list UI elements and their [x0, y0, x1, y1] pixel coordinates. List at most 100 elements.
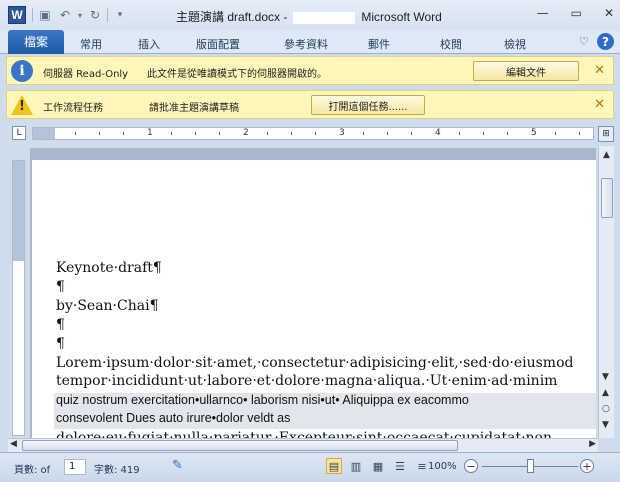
message-bar-text: 此文件是從唯讀模式下的伺服器開啟的。: [147, 69, 327, 80]
tab-references[interactable]: 參考資料: [284, 36, 328, 52]
tab-selector-icon[interactable]: L: [12, 126, 26, 140]
close-icon[interactable]: ✕: [594, 97, 605, 112]
qat-separator: [32, 8, 33, 22]
ruler-tick: [291, 132, 292, 135]
ruler-tick: [459, 132, 460, 135]
message-bar-text: 請批准主題演講草稿: [149, 103, 239, 114]
save-icon[interactable]: ▣: [37, 8, 53, 22]
status-bar: 頁數: of 1 字數: 419 ✎ ▤ ▥ ▦ ☰ ≡ 100% − +: [0, 452, 620, 482]
view-shortcuts: ▤ ▥ ▦ ☰ ≡: [326, 458, 430, 474]
horizontal-scroll-thumb[interactable]: [22, 440, 458, 451]
scroll-right-icon[interactable]: ▶: [589, 439, 596, 449]
page-count-value[interactable]: 1: [64, 459, 86, 475]
ruler-tick: [363, 132, 364, 135]
restore-button[interactable]: ▭: [571, 6, 582, 20]
ruler-tick: [123, 132, 124, 135]
document-line: ¶: [56, 279, 65, 295]
message-bar-workflow: 工作流程任務 請批准主題演講草稿 打開這個任務...... ✕: [6, 90, 614, 119]
title-bar: W ▣ ↶ ▾ ↻ ▾ 主題演講 draft.docx - Microsoft W…: [0, 0, 620, 30]
ruler-tick: [75, 132, 76, 135]
ruler-tick: [195, 132, 196, 135]
document-line: Keynote·draft¶: [56, 260, 162, 276]
document-line: tempor·incididunt·ut·labore·et·dolore·ma…: [56, 373, 558, 389]
minimize-ribbon-icon[interactable]: ♡: [579, 35, 589, 48]
proofing-icon[interactable]: ✎: [172, 458, 183, 473]
ruler-left-margin: [33, 128, 55, 139]
vertical-ruler[interactable]: [12, 160, 25, 436]
page-count-label[interactable]: 頁數: of: [14, 461, 50, 476]
tab-page-layout[interactable]: 版面配置: [196, 36, 240, 52]
zoom-level[interactable]: 100%: [428, 461, 457, 472]
tab-insert[interactable]: 插入: [138, 36, 160, 52]
ruler-tick: [483, 132, 484, 135]
ruler-tick: [99, 132, 100, 135]
ruler-tick: [555, 132, 556, 135]
scroll-left-icon[interactable]: ◀: [10, 439, 17, 449]
open-task-button[interactable]: 打開這個任務......: [311, 95, 425, 115]
word-app-icon[interactable]: W: [8, 6, 26, 24]
zoom-slider-thumb[interactable]: [527, 459, 534, 473]
vertical-scroll-thumb[interactable]: [601, 178, 613, 218]
tab-view[interactable]: 檢視: [504, 36, 526, 52]
document-line: Lorem·ipsum·dolor·sit·amet,·consectetur·…: [56, 355, 574, 371]
document-line: dolore·eu·fugiat·nulla·pariatur.·Excepte…: [56, 430, 552, 438]
ruler-number: 4: [435, 128, 441, 138]
ruler-number: 5: [531, 128, 537, 138]
ruler-tick: [171, 132, 172, 135]
document-title: 主題演講 draft.docx -: [176, 10, 288, 24]
message-bar-server: i 伺服器 Read-Only 此文件是從唯讀模式下的伺服器開啟的。 編輯文件 …: [6, 56, 614, 85]
ruler-tick: [267, 132, 268, 135]
ruler-number: 3: [339, 128, 345, 138]
quick-access-toolbar: ▣ ↶ ▾ ↻ ▾: [32, 8, 128, 22]
document-line: ¶: [56, 336, 65, 352]
horizontal-ruler[interactable]: 1 2 3 4 5: [32, 127, 594, 140]
undo-icon[interactable]: ↶: [57, 8, 73, 22]
horizontal-scrollbar[interactable]: ◀ ▶: [8, 438, 598, 452]
ruler-number: 1: [147, 128, 153, 138]
help-icon[interactable]: ?: [597, 33, 614, 50]
document-line: ¶: [56, 317, 65, 333]
select-browse-object-icon[interactable]: ○: [602, 404, 610, 414]
qat-separator-2: [107, 8, 108, 22]
window-title: 主題演講 draft.docx - Microsoft Word: [176, 8, 442, 25]
ruler-tick: [315, 132, 316, 135]
minimize-button[interactable]: —: [537, 6, 549, 20]
outline-view-icon[interactable]: ☰: [392, 458, 408, 474]
ruler-tick: [507, 132, 508, 135]
warning-icon: [11, 94, 33, 115]
next-page-icon[interactable]: ▼: [602, 420, 609, 430]
view-ruler-icon[interactable]: ⊞: [598, 126, 614, 142]
word-count[interactable]: 字數: 419: [94, 461, 140, 476]
tab-review[interactable]: 校閱: [440, 36, 462, 52]
print-layout-view-icon[interactable]: ▤: [326, 458, 342, 474]
ruler-tick: [579, 132, 580, 135]
scroll-up-icon[interactable]: ▲: [603, 150, 610, 160]
scroll-down-icon[interactable]: ▼: [602, 372, 609, 382]
message-bar-label: 伺服器 Read-Only: [43, 69, 129, 80]
previous-page-icon[interactable]: ▲: [602, 388, 609, 398]
close-button[interactable]: ✕: [604, 6, 614, 20]
undo-dropdown-icon[interactable]: ▾: [77, 11, 83, 20]
edit-document-button[interactable]: 編輯文件: [473, 61, 579, 81]
redo-icon[interactable]: ↻: [87, 8, 103, 22]
tab-mailings[interactable]: 郵件: [368, 36, 390, 52]
zoom-in-icon[interactable]: +: [580, 459, 594, 473]
title-redacted-area: [293, 11, 356, 24]
document-page[interactable]: Keynote·draft¶ ¶ by·Sean·Chai¶ ¶ ¶ Lorem…: [32, 160, 596, 438]
selected-text-line: quiz nostrum exercitation•ullarnco• labo…: [54, 393, 596, 411]
selected-text-line: consevolent Dues auto irure•dolor veldt …: [54, 411, 596, 429]
message-bar-label: 工作流程任務: [43, 103, 103, 114]
close-icon[interactable]: ✕: [594, 63, 605, 78]
ribbon-right-controls: ♡ ?: [579, 33, 614, 50]
vertical-scrollbar[interactable]: ▲ ▼ ▲ ○ ▼: [598, 146, 614, 438]
ruler-number: 2: [243, 128, 249, 138]
tab-home[interactable]: 常用: [80, 36, 102, 52]
customize-qat-icon[interactable]: ▾: [112, 10, 128, 20]
ruler-tick: [219, 132, 220, 135]
tab-file[interactable]: 檔案: [8, 29, 64, 54]
full-screen-reading-icon[interactable]: ▥: [348, 458, 364, 474]
vertical-ruler-top-margin: [13, 161, 24, 261]
zoom-out-icon[interactable]: −: [464, 459, 478, 473]
window-controls: — ▭ ✕: [537, 6, 614, 20]
web-layout-icon[interactable]: ▦: [370, 458, 386, 474]
